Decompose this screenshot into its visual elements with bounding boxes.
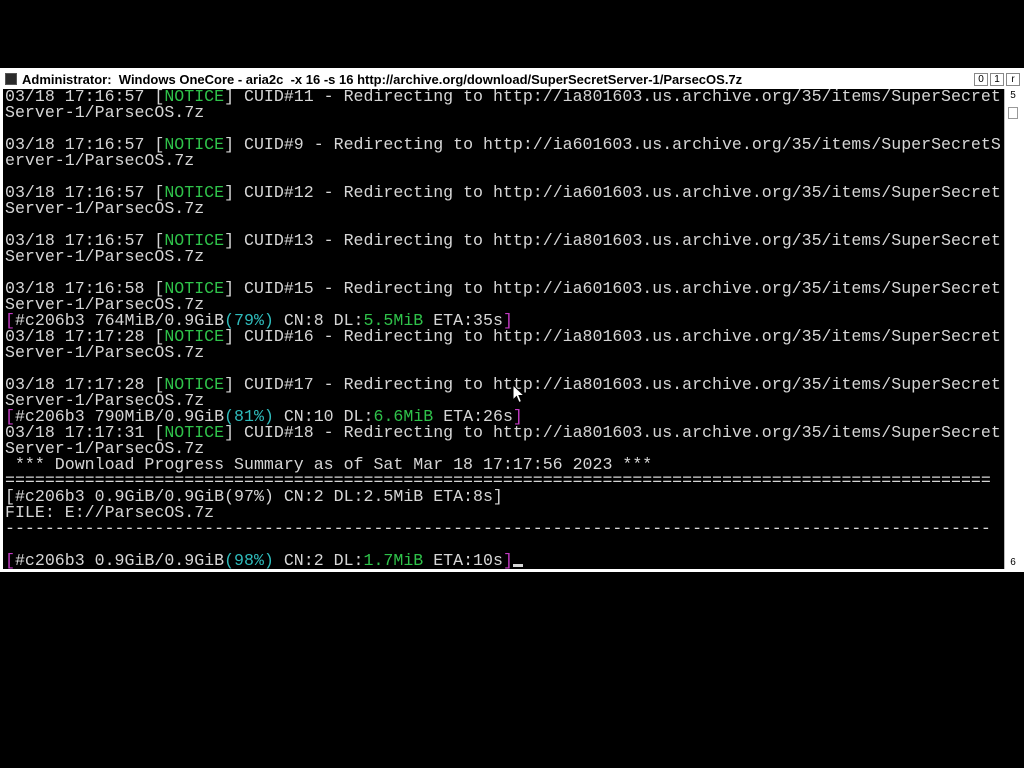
console-line: [#c206b3 0.9GiB/0.9GiB(98%) CN:2 DL:1.7M… bbox=[5, 551, 1004, 569]
console-line: ----------------------------------------… bbox=[5, 519, 991, 538]
progress-percent: (98%) bbox=[224, 551, 274, 569]
console-text: 03/18 17:16:57 [NOTICE] CUID#11 - Redire… bbox=[3, 89, 1004, 569]
log-message: ] CUID#13 - Redirecting to http://ia8016… bbox=[224, 231, 1001, 250]
log-message: ] CUID#18 - Redirecting to http://ia8016… bbox=[224, 423, 1001, 442]
log-message: ] CUID#16 - Redirecting to http://ia8016… bbox=[224, 327, 1001, 346]
mouse-pointer-icon bbox=[512, 384, 526, 404]
log-message: ] CUID#11 - Redirecting to http://ia8016… bbox=[224, 89, 1001, 106]
console-line: Server-1/ParsecOS.7z bbox=[5, 103, 205, 122]
progress-download-speed: 1.7MiB bbox=[363, 551, 424, 569]
scrollbar-thumb[interactable] bbox=[1008, 107, 1018, 119]
console-line: Server-1/ParsecOS.7z bbox=[5, 343, 205, 362]
progress-connections: CN:2 DL: bbox=[273, 551, 364, 569]
title-bar[interactable]: Administrator: Windows OneCore - aria2c … bbox=[2, 70, 1022, 88]
log-message: ] CUID#15 - Redirecting to http://ia6016… bbox=[224, 279, 1001, 298]
log-message: ] CUID#17 - Redirecting to http://ia8016… bbox=[224, 375, 1001, 394]
scroll-up-button[interactable]: 5 bbox=[1006, 89, 1020, 102]
console-window[interactable]: Administrator: Windows OneCore - aria2c … bbox=[0, 68, 1024, 572]
text-cursor bbox=[512, 564, 523, 567]
console-line: Server-1/ParsecOS.7z bbox=[5, 247, 205, 266]
minimize-button[interactable]: 0 bbox=[974, 72, 988, 86]
progress-bracket-open: [ bbox=[5, 551, 15, 569]
window-title: Administrator: Windows OneCore - aria2c … bbox=[22, 71, 743, 87]
console-line: erver-1/ParsecOS.7z bbox=[5, 151, 195, 170]
progress-id-size: #c206b3 0.9GiB/0.9GiB bbox=[14, 551, 225, 569]
close-button[interactable]: r bbox=[1006, 72, 1020, 86]
progress-bracket-close: ] bbox=[502, 551, 513, 569]
log-message: ] CUID#12 - Redirecting to http://ia6016… bbox=[224, 183, 1001, 202]
scroll-down-button[interactable]: 6 bbox=[1006, 556, 1020, 569]
console-output[interactable]: 03/18 17:16:57 [NOTICE] CUID#11 - Redire… bbox=[3, 89, 1004, 569]
vertical-scrollbar[interactable]: 5 6 bbox=[1004, 89, 1021, 569]
log-message: ] CUID#9 - Redirecting to http://ia60160… bbox=[224, 135, 1001, 154]
maximize-button[interactable]: 1 bbox=[990, 72, 1004, 86]
progress-eta: ETA:10s bbox=[423, 551, 503, 569]
console-line: Server-1/ParsecOS.7z bbox=[5, 199, 205, 218]
console-app-icon[interactable] bbox=[5, 73, 17, 85]
